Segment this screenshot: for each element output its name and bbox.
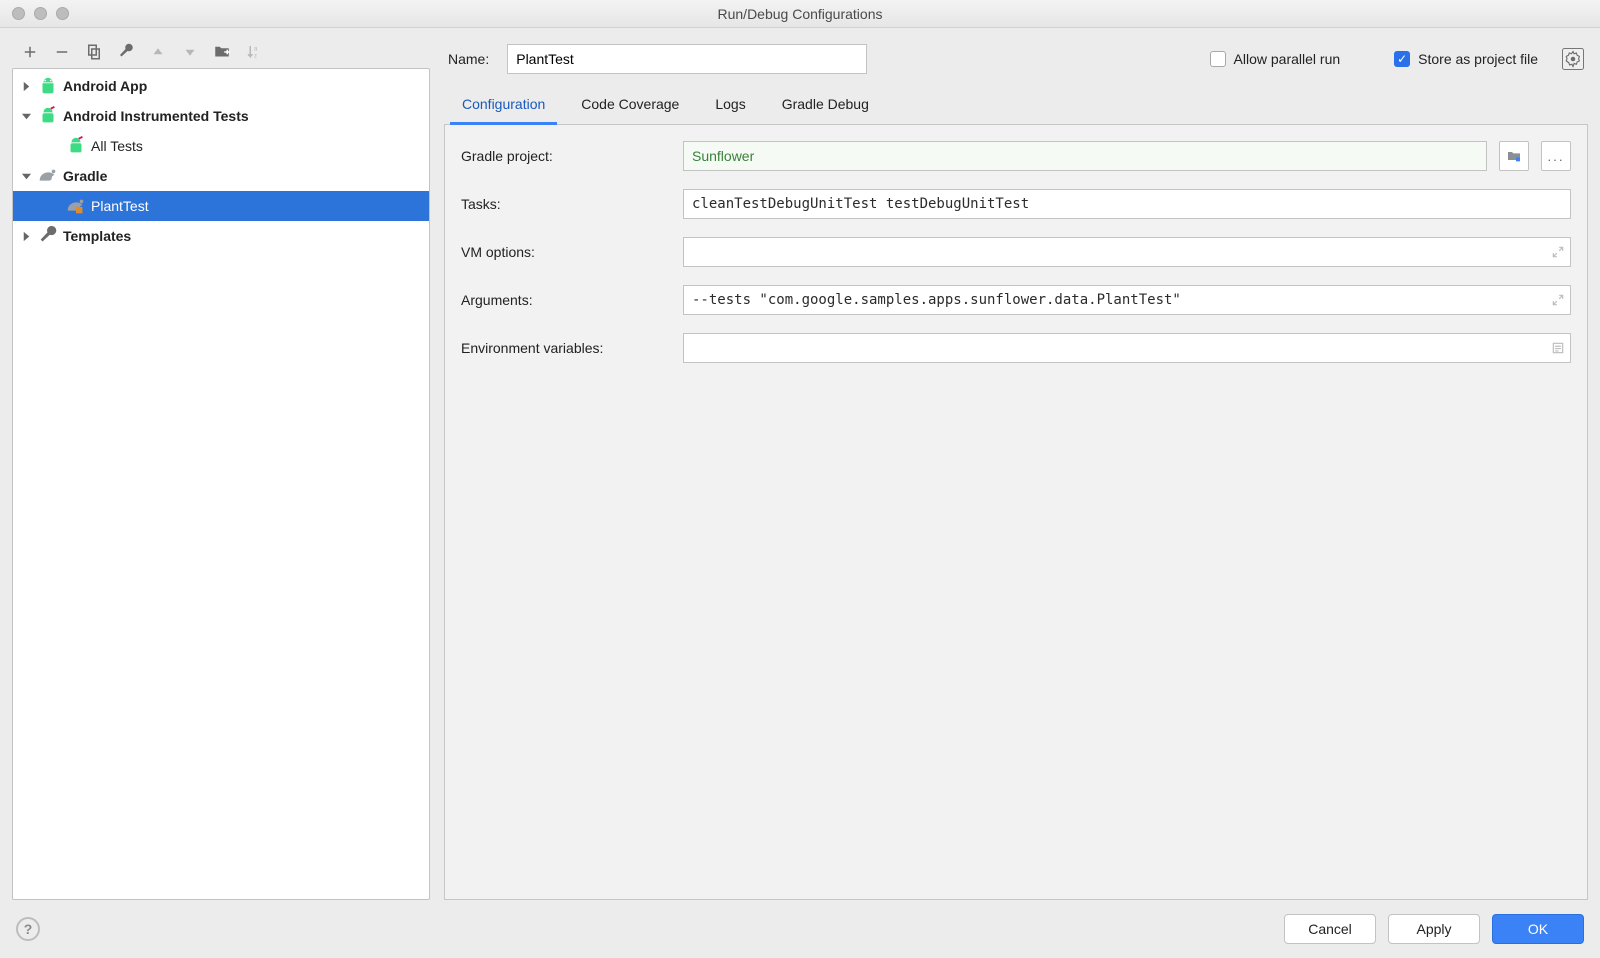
tab-configuration[interactable]: Configuration xyxy=(458,86,549,124)
android-tests-icon xyxy=(37,106,59,126)
tree-item-android-app[interactable]: Android App xyxy=(13,71,429,101)
move-up-button[interactable] xyxy=(148,42,168,62)
allow-parallel-checkbox[interactable]: Allow parallel run xyxy=(1210,51,1341,67)
config-tree[interactable]: Android App Android Instrumented Tests A… xyxy=(12,68,430,900)
store-options-button[interactable] xyxy=(1562,48,1584,70)
gradle-project-label: Gradle project: xyxy=(461,148,671,164)
store-project-file-label: Store as project file xyxy=(1418,51,1538,67)
form-panel: Gradle project: ... Tasks: VM options: xyxy=(444,125,1588,900)
sort-button[interactable]: az xyxy=(244,42,264,62)
tree-item-planttest[interactable]: PlantTest xyxy=(13,191,429,221)
cancel-button[interactable]: Cancel xyxy=(1284,914,1376,944)
chevron-down-icon xyxy=(19,171,33,182)
tree-toolbar: az xyxy=(12,38,430,68)
minimize-window-icon[interactable] xyxy=(34,7,47,20)
chevron-down-icon xyxy=(19,111,33,122)
triangle-down-icon xyxy=(181,43,199,61)
tree-item-android-tests[interactable]: Android Instrumented Tests xyxy=(13,101,429,131)
list-icon[interactable] xyxy=(1551,341,1565,355)
store-project-file-checkbox[interactable]: Store as project file xyxy=(1394,51,1538,67)
checkbox-checked-icon xyxy=(1394,51,1410,67)
arguments-input[interactable] xyxy=(683,285,1571,315)
tasks-label: Tasks: xyxy=(461,196,671,212)
window-title: Run/Debug Configurations xyxy=(0,6,1600,22)
move-down-button[interactable] xyxy=(180,42,200,62)
chevron-right-icon xyxy=(19,81,33,92)
gradle-icon xyxy=(37,166,59,186)
folder-plus-icon xyxy=(213,43,231,61)
edit-defaults-button[interactable] xyxy=(116,42,136,62)
tree-label: PlantTest xyxy=(91,198,149,214)
minus-icon xyxy=(53,43,71,61)
tree-label: All Tests xyxy=(91,138,143,154)
tree-item-all-tests[interactable]: All Tests xyxy=(13,131,429,161)
titlebar: Run/Debug Configurations xyxy=(0,0,1600,28)
name-input[interactable] xyxy=(507,44,867,74)
env-label: Environment variables: xyxy=(461,340,671,356)
chevron-right-icon xyxy=(19,231,33,242)
help-button[interactable]: ? xyxy=(16,917,40,941)
svg-text:z: z xyxy=(254,53,257,59)
name-label: Name: xyxy=(448,51,489,67)
tab-code-coverage[interactable]: Code Coverage xyxy=(577,86,683,124)
arguments-label: Arguments: xyxy=(461,292,671,308)
checkbox-icon xyxy=(1210,51,1226,67)
svg-text:a: a xyxy=(254,47,258,53)
expand-icon[interactable] xyxy=(1551,293,1565,307)
gradle-icon xyxy=(65,196,87,216)
allow-parallel-label: Allow parallel run xyxy=(1234,51,1341,67)
ok-button[interactable]: OK xyxy=(1492,914,1584,944)
copy-config-button[interactable] xyxy=(84,42,104,62)
android-tests-icon xyxy=(65,136,87,156)
zoom-window-icon[interactable] xyxy=(56,7,69,20)
tree-label: Gradle xyxy=(63,168,107,184)
tree-label: Android App xyxy=(63,78,147,94)
tab-logs[interactable]: Logs xyxy=(711,86,749,124)
wrench-icon xyxy=(117,43,135,61)
close-window-icon[interactable] xyxy=(12,7,25,20)
vm-options-label: VM options: xyxy=(461,244,671,260)
new-folder-button[interactable] xyxy=(212,42,232,62)
more-project-button[interactable]: ... xyxy=(1541,141,1571,171)
tree-label: Templates xyxy=(63,228,131,244)
sort-az-icon: az xyxy=(245,43,263,61)
tree-label: Android Instrumented Tests xyxy=(63,108,249,124)
window-controls xyxy=(12,7,69,20)
ellipsis-icon: ... xyxy=(1547,149,1564,164)
android-icon xyxy=(37,76,59,96)
plus-icon xyxy=(21,43,39,61)
tasks-input[interactable] xyxy=(683,189,1571,219)
env-input[interactable] xyxy=(683,333,1571,363)
tab-gradle-debug[interactable]: Gradle Debug xyxy=(778,86,873,124)
vm-options-input[interactable] xyxy=(683,237,1571,267)
expand-icon[interactable] xyxy=(1551,245,1565,259)
copy-icon xyxy=(85,43,103,61)
tree-item-gradle[interactable]: Gradle xyxy=(13,161,429,191)
gear-icon xyxy=(1564,50,1582,68)
tab-bar: Configuration Code Coverage Logs Gradle … xyxy=(444,86,1588,125)
remove-config-button[interactable] xyxy=(52,42,72,62)
folder-icon xyxy=(1506,148,1522,164)
wrench-icon xyxy=(37,226,59,246)
tree-item-templates[interactable]: Templates xyxy=(13,221,429,251)
gradle-project-input[interactable] xyxy=(683,141,1487,171)
triangle-up-icon xyxy=(149,43,167,61)
browse-project-button[interactable] xyxy=(1499,141,1529,171)
apply-button[interactable]: Apply xyxy=(1388,914,1480,944)
add-config-button[interactable] xyxy=(20,42,40,62)
